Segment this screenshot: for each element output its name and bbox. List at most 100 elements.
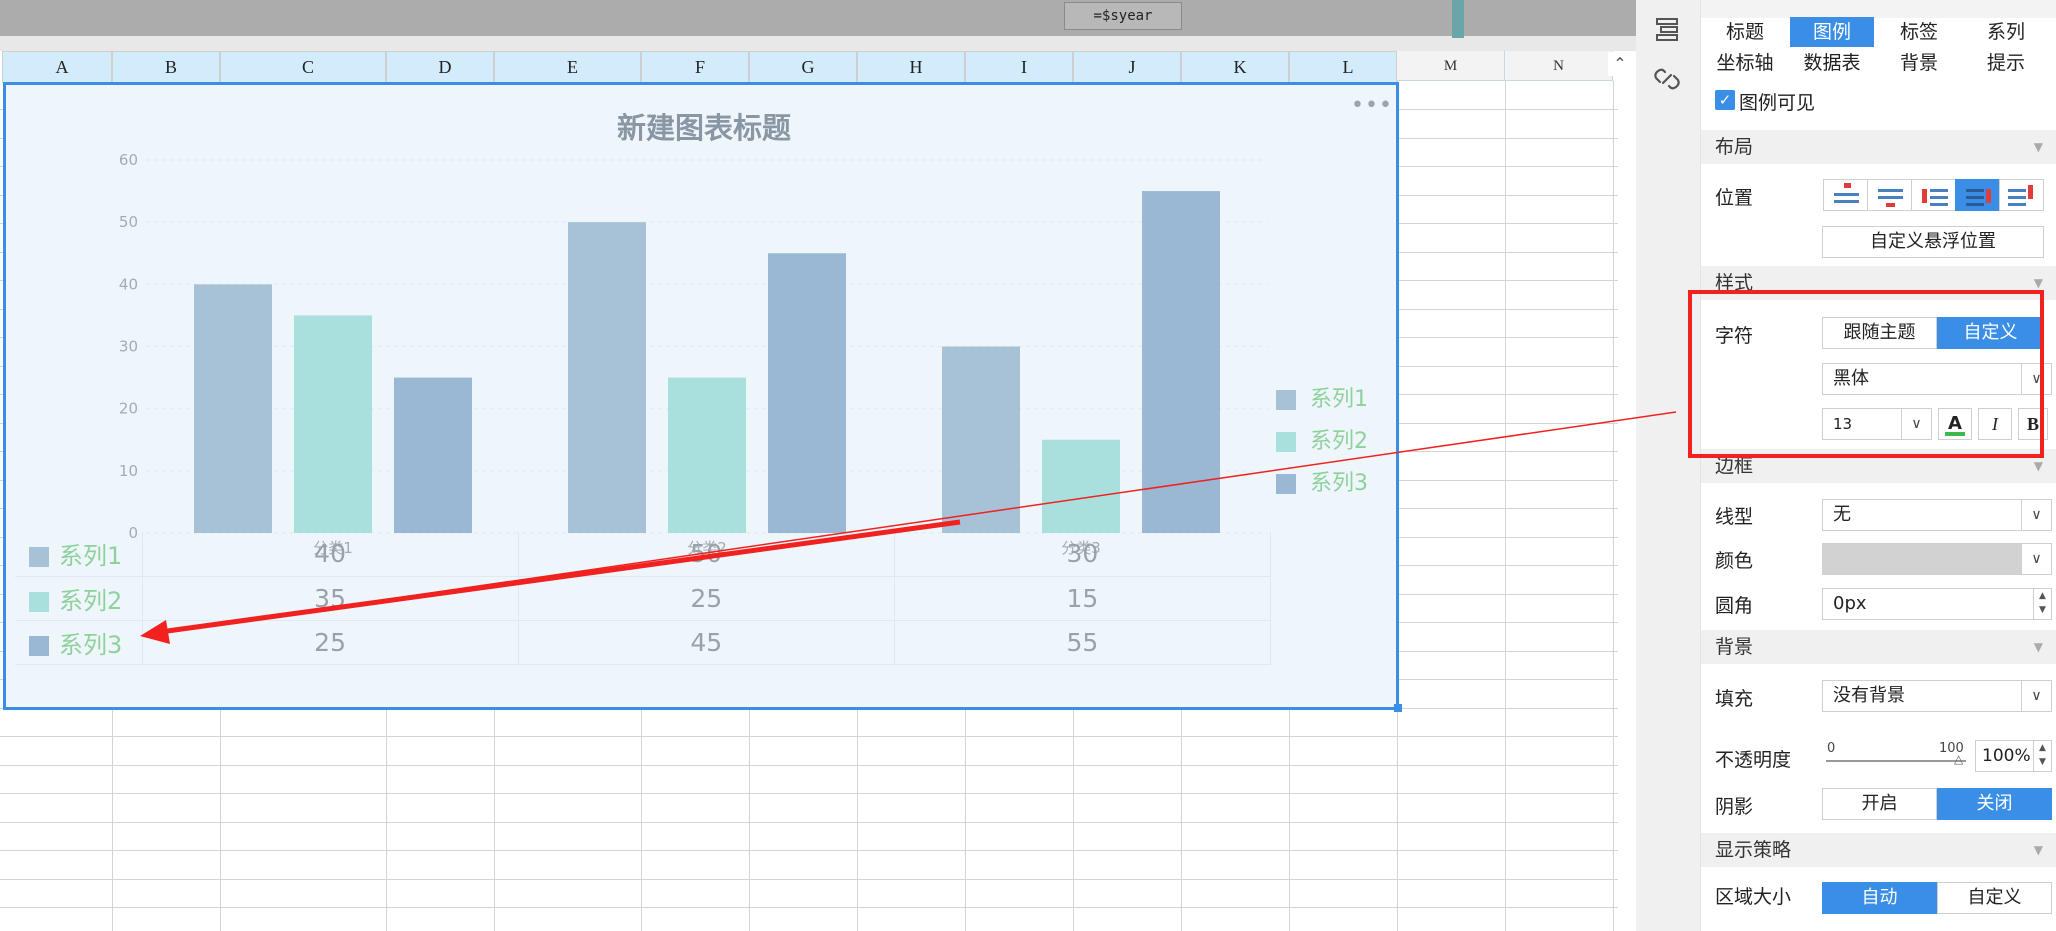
legend-item[interactable]: 系列3 <box>1276 469 1368 499</box>
position-left-button[interactable] <box>1911 179 1956 211</box>
data-table-series-label: 系列1 <box>59 542 123 571</box>
tab-标题[interactable]: 标题 <box>1703 17 1787 47</box>
border-color-select[interactable]: ∨ <box>1822 543 2052 575</box>
column-header-N[interactable]: N <box>1505 51 1613 81</box>
data-table-cell: 40 <box>142 532 519 577</box>
data-table-cell: 30 <box>894 532 1272 577</box>
opacity-input[interactable]: 100% ▲ ▼ <box>1975 740 2052 772</box>
bar-系列2-分类2[interactable] <box>668 377 746 533</box>
data-table-row: 系列3 25 45 55 <box>15 620 1272 665</box>
position-top-button[interactable] <box>1823 179 1868 211</box>
shadow-label: 阴影 <box>1715 796 1754 818</box>
slider-thumb-icon[interactable]: △ <box>1954 752 1968 766</box>
panel-top-strip <box>1701 0 2056 18</box>
legend-item[interactable]: 系列1 <box>1276 385 1368 415</box>
chevron-down-icon: ∨ <box>2021 681 2051 711</box>
shadow-on-button[interactable]: 开启 <box>1822 788 1937 820</box>
column-header-B[interactable]: B <box>112 51 220 83</box>
data-table-row: 系列1 40 50 30 <box>15 532 1272 577</box>
legend-visible-checkbox[interactable]: ✓ <box>1715 90 1735 110</box>
spinner-icon[interactable]: ▲ ▼ <box>2033 589 2051 619</box>
column-header-A[interactable]: A <box>2 51 112 83</box>
data-table-row-header: 系列2 <box>15 576 143 621</box>
chart-resize-handle[interactable] <box>1394 704 1402 712</box>
column-header-H[interactable]: H <box>857 51 965 83</box>
properties-panel: 标题 图例 标签 系列 坐标轴 数据表 背景 提示 ✓ 图例可见 布局 ▼ 位置 自定义悬浮位… <box>1700 0 2056 931</box>
y-tick-label: 20 <box>119 400 138 418</box>
formula-cell-value[interactable]: =$syear <box>1064 2 1182 30</box>
row-divider <box>0 850 1618 851</box>
tabs-row-1: 标题 图例 标签 系列 <box>1701 17 2056 47</box>
legend-swatch <box>29 635 49 656</box>
section-background[interactable]: 背景 ▼ <box>1701 630 2056 664</box>
tab-系列[interactable]: 系列 <box>1964 17 2048 47</box>
column-header-I[interactable]: I <box>965 51 1073 83</box>
annotation-highlight-box <box>1688 290 2044 458</box>
column-header-F[interactable]: F <box>641 51 749 83</box>
legend-swatch <box>29 547 49 568</box>
properties-icon[interactable] <box>1652 14 1682 44</box>
spinner-icon[interactable]: ▲ ▼ <box>2033 741 2051 771</box>
bar-系列3-分类3[interactable] <box>1142 191 1220 533</box>
shadow-off-button[interactable]: 关闭 <box>1937 788 2052 820</box>
column-header-J[interactable]: J <box>1073 51 1181 83</box>
link-icon[interactable] <box>1652 64 1682 94</box>
column-header-L[interactable]: L <box>1289 51 1397 83</box>
data-table-cell: 50 <box>518 532 895 577</box>
formula-band-divider <box>0 36 1640 51</box>
radius-input[interactable]: 0px ▲ ▼ <box>1822 588 2052 620</box>
tab-提示[interactable]: 提示 <box>1964 48 2048 78</box>
area-custom-button[interactable]: 自定义 <box>1937 882 2052 914</box>
tab-数据表[interactable]: 数据表 <box>1790 48 1874 78</box>
bar-系列3-分类2[interactable] <box>768 253 846 533</box>
bar-系列2-分类1[interactable] <box>294 315 372 533</box>
column-header-D[interactable]: D <box>386 51 494 83</box>
data-table-cell: 55 <box>894 620 1272 665</box>
section-layout-label: 布局 <box>1715 136 1754 158</box>
fill-select[interactable]: 没有背景 ∨ <box>1822 680 2052 712</box>
tab-坐标轴[interactable]: 坐标轴 <box>1703 48 1787 78</box>
legend-item[interactable]: 系列2 <box>1276 427 1368 457</box>
color-label: 颜色 <box>1715 550 1754 572</box>
row-divider <box>0 736 1618 737</box>
opacity-min: 0 <box>1827 741 1836 756</box>
section-display[interactable]: 显示策略 ▼ <box>1701 833 2056 867</box>
position-right-button[interactable] <box>1955 179 2000 211</box>
collapse-icon: ▼ <box>2033 640 2043 654</box>
legend-label: 系列1 <box>1310 387 1368 412</box>
custom-float-position-button[interactable]: 自定义悬浮位置 <box>1822 226 2044 258</box>
bar-系列1-分类2[interactable] <box>568 222 646 533</box>
bar-系列3-分类1[interactable] <box>394 377 472 533</box>
section-border-label: 边框 <box>1715 455 1754 477</box>
bar-系列1-分类3[interactable] <box>942 346 1020 534</box>
data-table-row: 系列2 35 25 15 <box>15 576 1272 621</box>
collapse-icon: ▼ <box>2033 140 2043 154</box>
bar-系列1-分类1[interactable] <box>194 284 272 533</box>
position-bottom-button[interactable] <box>1867 179 1912 211</box>
legend-swatch <box>1276 432 1296 452</box>
area-size-label: 区域大小 <box>1715 886 1792 908</box>
data-table-series-label: 系列3 <box>59 630 123 659</box>
area-auto-button[interactable]: 自动 <box>1822 882 1937 914</box>
data-table-cell: 25 <box>142 620 519 665</box>
column-header-K[interactable]: K <box>1181 51 1289 83</box>
tab-标签[interactable]: 标签 <box>1877 17 1961 47</box>
opacity-slider[interactable] <box>1826 760 1966 762</box>
column-header-G[interactable]: G <box>749 51 857 83</box>
tab-图例[interactable]: 图例 <box>1790 17 1874 47</box>
chart-data-table: 系列1 40 50 30 系列2 35 25 15 系列3 25 45 55 <box>15 532 1272 665</box>
collapse-icon: ▼ <box>2033 843 2043 857</box>
column-header-M[interactable]: M <box>1397 51 1505 81</box>
line-type-select[interactable]: 无 ∨ <box>1822 499 2052 531</box>
legend-swatch <box>1276 390 1296 410</box>
row-divider <box>0 907 1618 908</box>
column-header-C[interactable]: C <box>220 51 386 83</box>
position-right-top-button[interactable] <box>1999 179 2044 211</box>
section-layout[interactable]: 布局 ▼ <box>1701 130 2056 164</box>
data-table-cell: 25 <box>518 576 895 621</box>
scroll-up-icon[interactable]: ⌃ <box>1608 52 1632 76</box>
chart-container[interactable]: 新建图表标题 ••• 0 10 20 30 40 50 60 分类1 分类2 分类3 系列1 系列2… <box>3 82 1399 710</box>
column-header-E[interactable]: E <box>494 51 641 83</box>
tab-背景[interactable]: 背景 <box>1877 48 1961 78</box>
bar-系列2-分类3[interactable] <box>1042 439 1120 533</box>
